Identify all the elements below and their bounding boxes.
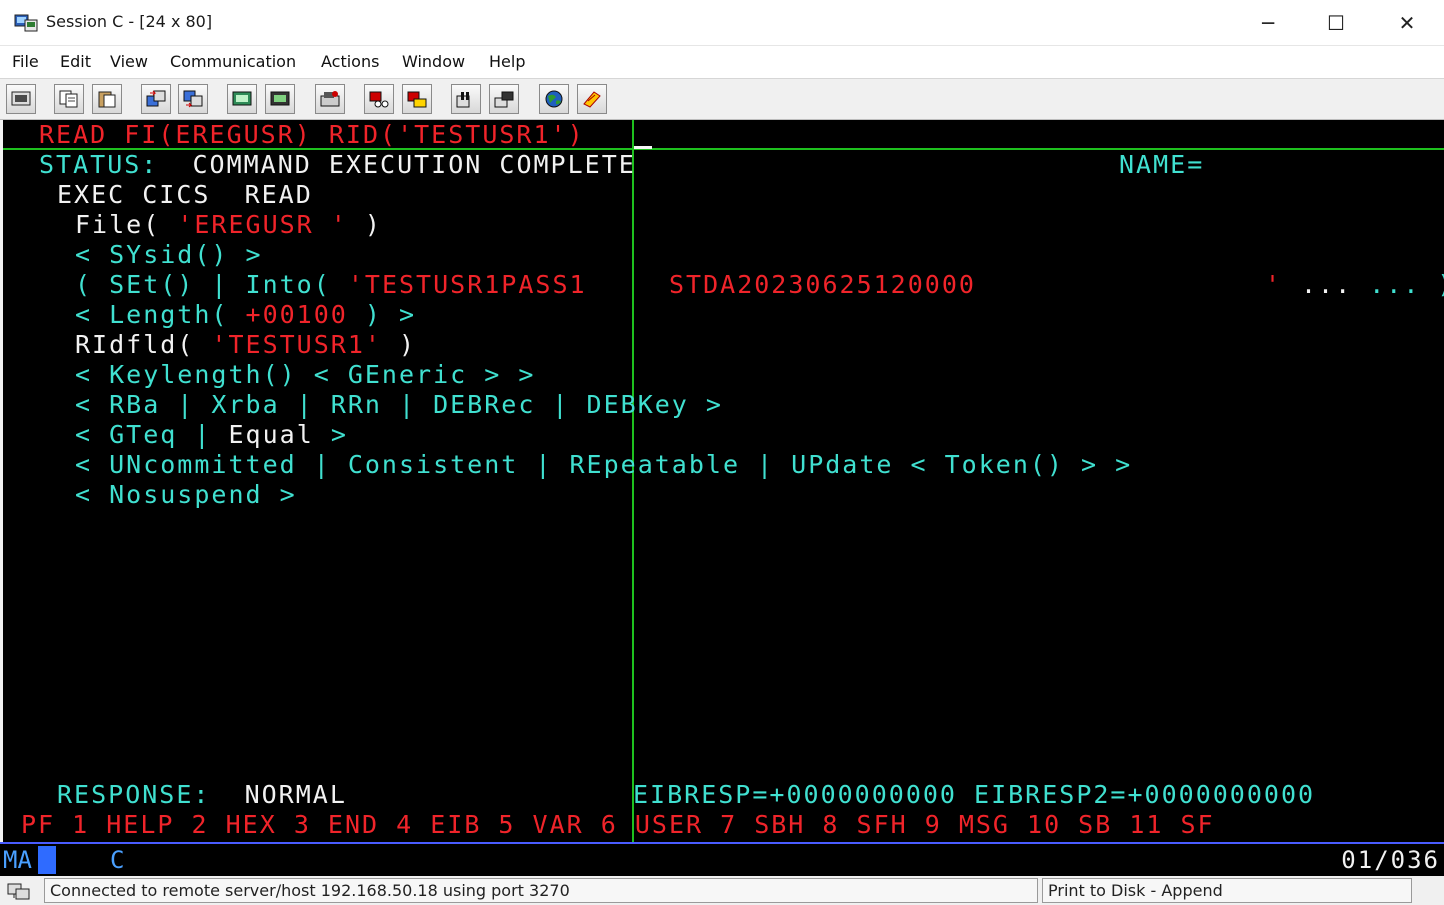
- gteq-suffix: >: [330, 420, 348, 449]
- length-suffix: ) >: [364, 300, 417, 329]
- toolbar: [0, 78, 1444, 120]
- window-title: Session C - [24 x 80]: [46, 12, 213, 31]
- connection-status-icon: [7, 883, 30, 900]
- into-value-2[interactable]: STDA20230625120000: [669, 270, 976, 300]
- resume-button[interactable]: [489, 84, 519, 114]
- paste-button[interactable]: [92, 84, 122, 114]
- gteq-prefix: < GTeq |: [75, 420, 212, 449]
- text-cursor: [634, 146, 652, 149]
- print-screen-button[interactable]: [6, 84, 36, 114]
- send-file-icon: [146, 90, 166, 107]
- copy-button[interactable]: [54, 84, 84, 114]
- keyboard-map-button[interactable]: [265, 84, 295, 114]
- macro-record-icon: [320, 91, 340, 107]
- web-button[interactable]: [539, 84, 569, 114]
- status-value: COMMAND EXECUTION COMPLETE: [192, 150, 636, 179]
- oia-cursor-block: [38, 846, 56, 874]
- pause-icon: [456, 92, 470, 108]
- eibresp-line: EIBRESP=+0000000000 EIBRESP2=+0000000000: [633, 780, 1316, 809]
- macro-stop-button[interactable]: [402, 84, 432, 114]
- receive-file-button[interactable]: [178, 84, 208, 114]
- macro-play-button[interactable]: [364, 84, 394, 114]
- menu-help[interactable]: Help: [489, 52, 525, 71]
- macro-stop-icon: [407, 91, 427, 108]
- into-value-1[interactable]: 'TESTUSR1PASS1: [348, 270, 587, 299]
- keyboard-map-icon: [270, 91, 290, 106]
- into-value-end: ': [1265, 270, 1283, 299]
- ridfld-suffix: ): [399, 330, 417, 359]
- display-setup-button[interactable]: [227, 84, 257, 114]
- file-prefix: File(: [75, 210, 161, 239]
- close-button[interactable]: ✕: [1372, 0, 1442, 46]
- rba-line: < RBa | Xrba | RRn | DEBRec | DEBKey >: [75, 390, 723, 419]
- paste-icon: [98, 91, 116, 108]
- ridfld-line: RIdfld( 'TESTUSR1' ): [75, 330, 416, 360]
- gteq-equal: Equal: [228, 420, 314, 449]
- resume-icon: [494, 91, 514, 108]
- title-bar: Session C - [24 x 80] ─ ☐ ✕: [0, 0, 1444, 46]
- response-label: RESPONSE:: [57, 780, 211, 809]
- set-into-line: ( SEt() | Into( 'TESTUSR1PASS1: [75, 270, 587, 300]
- print-screen-icon: [11, 91, 31, 106]
- file-value[interactable]: 'EREGUSR ': [177, 210, 348, 239]
- menu-bar: File Edit View Communication Actions Win…: [0, 46, 1444, 78]
- maximize-button[interactable]: ☐: [1301, 0, 1371, 46]
- session-app-icon[interactable]: [14, 13, 38, 33]
- length-prefix: < Length(: [75, 300, 229, 329]
- session-id: C: [110, 846, 125, 874]
- minimize-button[interactable]: ─: [1233, 0, 1303, 46]
- set-into-suffix-text: ... ) ): [1369, 270, 1444, 299]
- script-button[interactable]: [577, 84, 607, 114]
- pause-button[interactable]: [451, 84, 481, 114]
- status-label: STATUS:: [39, 150, 159, 179]
- length-value[interactable]: +00100: [246, 300, 348, 329]
- menu-file[interactable]: File: [12, 52, 39, 71]
- keylength-line: < Keylength() < GEneric > >: [75, 360, 536, 389]
- menu-window[interactable]: Window: [402, 52, 465, 71]
- response-line: RESPONSE: NORMAL: [57, 780, 347, 810]
- receive-file-icon: [183, 90, 203, 108]
- menu-actions[interactable]: Actions: [321, 52, 379, 71]
- cursor-position: 01/036: [1341, 846, 1440, 874]
- macro-record-button[interactable]: [315, 84, 345, 114]
- command-line[interactable]: READ FI(EREGUSR) RID('TESTUSR1'): [39, 120, 585, 150]
- display-setup-icon: [232, 91, 252, 106]
- uncommitted-line: < UNcommitted | Consistent | REpeatable …: [75, 450, 1133, 479]
- status-message: Connected to remote server/host 192.168.…: [44, 878, 1038, 903]
- nosuspend-line: < Nosuspend >: [75, 480, 297, 509]
- status-line: STATUS: COMMAND EXECUTION COMPLETE: [39, 150, 636, 180]
- ridfld-value[interactable]: 'TESTUSR1': [211, 330, 382, 359]
- status-bar: Connected to remote server/host 192.168.…: [0, 876, 1444, 905]
- response-value: NORMAL: [244, 780, 347, 809]
- menu-edit[interactable]: Edit: [60, 52, 91, 71]
- gteq-line: < GTeq | Equal >: [75, 420, 348, 450]
- set-into-prefix: ( SEt() | Into(: [75, 270, 331, 299]
- menu-view[interactable]: View: [110, 52, 148, 71]
- file-line: File( 'EREGUSR ' ): [75, 210, 382, 240]
- macro-play-icon: [369, 91, 389, 108]
- web-icon: [545, 90, 563, 108]
- crosshair-vertical: [632, 120, 634, 842]
- print-status[interactable]: Print to Disk - Append: [1042, 878, 1412, 903]
- file-suffix: ): [364, 210, 382, 239]
- name-label[interactable]: NAME=: [1119, 150, 1204, 180]
- operator-info-area: MA C 01/036: [0, 842, 1444, 876]
- sysid-line: < SYsid() >: [75, 240, 263, 269]
- terminal-screen[interactable]: READ FI(EREGUSR) RID('TESTUSR1') STATUS:…: [3, 120, 1444, 842]
- ridfld-prefix: RIdfld(: [75, 330, 195, 359]
- send-file-button[interactable]: [141, 84, 171, 114]
- length-line: < Length( +00100 ) >: [75, 300, 416, 330]
- copy-icon: [59, 90, 78, 108]
- menu-communication[interactable]: Communication: [170, 52, 296, 71]
- pf-keys-line: PF 1 HELP 2 HEX 3 END 4 EIB 5 VAR 6 USER…: [21, 810, 1215, 839]
- script-icon: [583, 91, 601, 108]
- connection-mode: MA: [3, 846, 32, 874]
- set-into-suffix: ... ... ) ): [1301, 270, 1444, 300]
- exec-line: EXEC CICS READ: [57, 180, 313, 209]
